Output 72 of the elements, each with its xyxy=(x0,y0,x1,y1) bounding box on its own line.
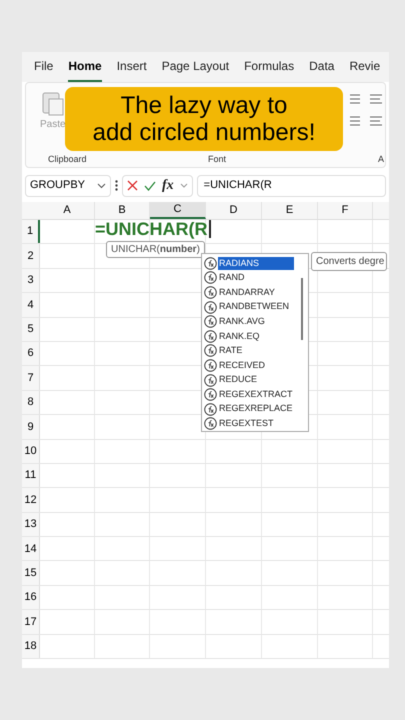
function-icon xyxy=(204,300,217,314)
row-header[interactable]: 7 xyxy=(22,366,40,390)
row-header[interactable]: 12 xyxy=(22,488,40,512)
function-icon xyxy=(204,344,217,358)
function-icon xyxy=(204,330,217,343)
function-suggestion[interactable]: REDUCE xyxy=(218,373,258,387)
syntax-tooltip: UNICHAR(number) xyxy=(106,241,205,258)
name-box[interactable]: GROUPBY xyxy=(25,174,111,196)
function-icon xyxy=(204,388,217,402)
group-label: A xyxy=(378,152,384,166)
function-suggestion[interactable]: RANK.AVG xyxy=(218,314,266,328)
row-header[interactable]: 3 xyxy=(22,268,40,292)
menu-tab[interactable]: Formulas xyxy=(244,57,294,82)
column-header[interactable]: E xyxy=(262,202,318,219)
row-header[interactable]: 11 xyxy=(22,464,40,488)
function-suggestion[interactable]: REGEXEXTRACT xyxy=(218,388,294,402)
group-label: Font xyxy=(208,152,226,166)
function-suggestion[interactable]: RANDARRAY xyxy=(218,286,276,300)
column-header[interactable]: A xyxy=(40,202,95,219)
description-tooltip: Converts degre xyxy=(311,252,388,271)
caption-text: The lazy way to xyxy=(120,92,288,119)
row-header[interactable]: 14 xyxy=(22,537,40,560)
formula-text: =UNICHAR(R xyxy=(204,178,272,194)
row-header[interactable]: 13 xyxy=(22,512,40,536)
group-label: Clipboard xyxy=(48,152,87,166)
function-icon xyxy=(204,315,217,328)
row-header[interactable]: 5 xyxy=(22,318,40,341)
function-icon xyxy=(204,286,217,299)
row-header[interactable]: 18 xyxy=(22,634,40,658)
row-header[interactable]: 10 xyxy=(22,440,40,463)
row-header[interactable]: 4 xyxy=(22,293,40,317)
row-header[interactable]: 17 xyxy=(22,610,40,634)
formula-field[interactable]: =UNICHAR(R xyxy=(196,174,386,196)
name-box-value: GROUPBY xyxy=(30,178,86,194)
insert-function-button[interactable]: fx xyxy=(162,178,174,192)
menu-tab[interactable]: Revie xyxy=(349,57,380,82)
function-icon xyxy=(204,402,217,416)
row-header[interactable]: 9 xyxy=(22,415,40,439)
column-header[interactable]: F xyxy=(318,202,373,219)
chevron-down-icon xyxy=(97,182,106,188)
function-suggestion[interactable]: RANDBETWEEN xyxy=(218,300,290,314)
chevron-down-icon xyxy=(180,183,188,188)
row-header[interactable]: 15 xyxy=(22,561,40,585)
function-suggestion[interactable]: RATE xyxy=(218,344,244,358)
function-icon xyxy=(204,271,217,284)
menu-tab[interactable]: Insert xyxy=(116,57,147,82)
column-header[interactable]: D xyxy=(206,202,262,219)
check-icon[interactable] xyxy=(144,180,156,190)
menu-tab[interactable]: Data xyxy=(309,57,334,82)
menu-tab[interactable]: Page Layout xyxy=(162,57,230,82)
row-header[interactable]: 8 xyxy=(22,390,40,414)
function-icon xyxy=(204,417,217,430)
function-suggestion[interactable]: RECEIVED xyxy=(218,358,266,372)
function-icon xyxy=(204,374,217,387)
row-header[interactable]: 6 xyxy=(22,342,40,366)
more-icon[interactable] xyxy=(115,180,118,191)
function-icon xyxy=(204,358,217,372)
function-suggestion[interactable]: RADIANS xyxy=(218,256,294,270)
function-suggestion[interactable]: REGEXTEST xyxy=(218,417,275,431)
scrollbar-thumb[interactable] xyxy=(301,278,303,340)
function-suggestion[interactable]: RAND xyxy=(218,271,246,285)
column-header[interactable]: C xyxy=(150,202,206,219)
row-header[interactable]: 1 xyxy=(22,220,40,244)
close-icon[interactable] xyxy=(127,180,138,191)
menu-tab[interactable]: File xyxy=(34,57,54,82)
function-suggestion[interactable]: RANK.EQ xyxy=(218,330,261,344)
function-icon xyxy=(204,256,217,270)
function-suggestion[interactable]: REGEXREPLACE xyxy=(218,402,294,416)
cell-entry: =UNICHAR(R xyxy=(95,220,210,238)
row-header[interactable]: 16 xyxy=(22,586,40,610)
caption-text: add circled numbers! xyxy=(92,119,316,146)
row-header[interactable]: 2 xyxy=(22,244,40,268)
